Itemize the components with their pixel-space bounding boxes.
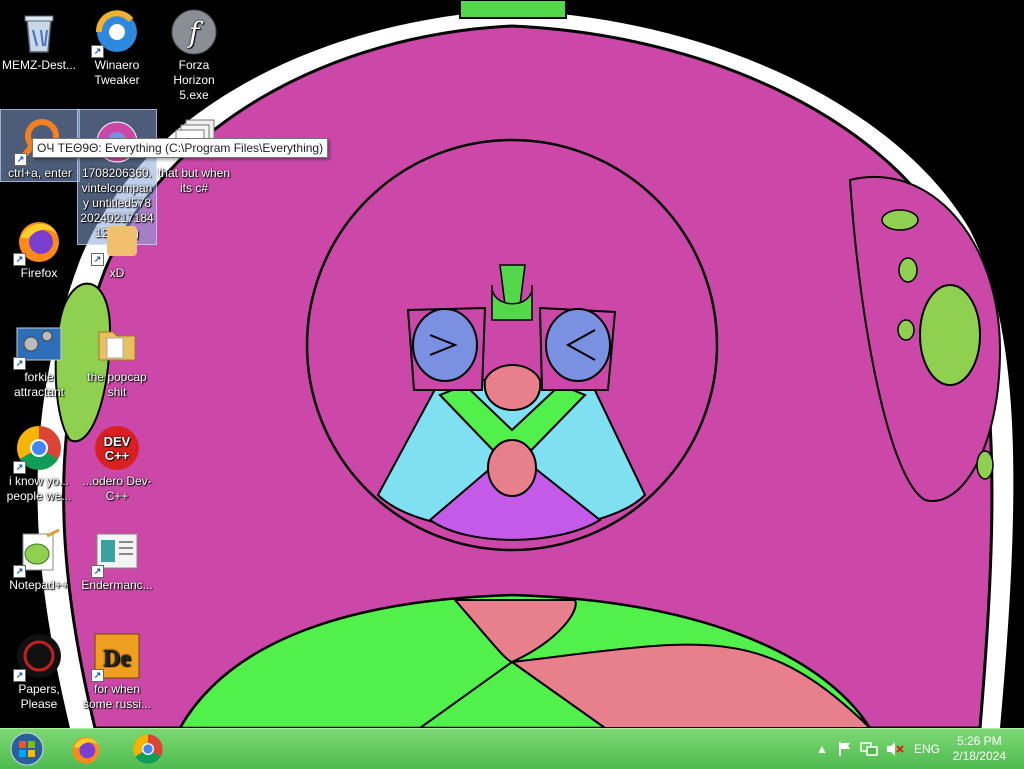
chrome-icon bbox=[133, 734, 163, 764]
desktop-icon-papers-please[interactable]: ↗ Papers, Please bbox=[0, 626, 78, 712]
shortcut-arrow-icon: ↗ bbox=[14, 153, 27, 166]
shortcut-arrow-icon: ↗ bbox=[91, 45, 104, 58]
firefox-icon bbox=[72, 737, 100, 764]
notepadpp-icon: ↗ bbox=[13, 528, 63, 578]
shortcut-arrow-icon: ↗ bbox=[13, 669, 26, 682]
desktop-icon-firefox[interactable]: ↗ Firefox bbox=[0, 210, 78, 281]
winaero-icon: ↗ bbox=[91, 8, 141, 58]
clock[interactable]: 5:26 PM 2/18/2024 bbox=[953, 734, 1006, 764]
desktop-icon-russian-de[interactable]: De ↗ for when some russi... bbox=[78, 626, 156, 712]
volume-muted-icon[interactable] bbox=[884, 729, 906, 769]
show-hidden-icons-chevron[interactable]: ▲ bbox=[814, 729, 830, 769]
svg-text:DEV: DEV bbox=[104, 434, 131, 449]
desktop-icon-forkie-attractant[interactable]: ↗ forkie attractant bbox=[0, 314, 78, 400]
chrome-icon: ↗ bbox=[13, 424, 63, 474]
gear-window-icon: ↗ bbox=[13, 320, 63, 370]
shortcut-arrow-icon: ↗ bbox=[13, 253, 26, 266]
recycle-bin-icon bbox=[15, 8, 63, 56]
desktop-icon-forza-horizon[interactable]: f Forza Horizon 5.exe bbox=[155, 2, 233, 103]
desktop-icon-notepadpp[interactable]: ↗ Notepad++ bbox=[0, 522, 78, 593]
shortcut-arrow-icon: ↗ bbox=[13, 461, 26, 474]
desktop-icon-endermanch[interactable]: ↗ Endermanc... bbox=[78, 522, 156, 593]
start-orb-icon bbox=[10, 732, 44, 766]
folder-icon bbox=[93, 320, 141, 368]
clock-date: 2/18/2024 bbox=[952, 749, 1006, 763]
firefox-icon: ↗ bbox=[13, 216, 63, 266]
xd-icon: ↗ bbox=[91, 216, 141, 266]
network-icon[interactable] bbox=[858, 729, 880, 769]
desktop-icon-devcpp[interactable]: DEV C++ ...odero Dev-C++ bbox=[78, 418, 156, 504]
desktop-icon-chrome[interactable]: ↗ i know yo... people we... bbox=[0, 418, 78, 504]
flash-icon: f bbox=[170, 8, 218, 56]
clock-time: 5:26 PM bbox=[956, 734, 1002, 748]
svg-text:De: De bbox=[103, 646, 131, 672]
papers-please-icon: ↗ bbox=[13, 632, 63, 682]
icon-tooltip: O⁠Ч TEΘ9Θ: Everything (C:\Program Files\… bbox=[32, 138, 329, 158]
devcpp-icon: DEV C++ bbox=[93, 424, 141, 472]
svg-text:C++: C++ bbox=[105, 448, 130, 463]
desktop-icon-popcap-folder[interactable]: the popcap shit bbox=[78, 314, 156, 400]
desktop-icon-winaero-tweaker[interactable]: ↗ Winaero Tweaker bbox=[78, 2, 156, 88]
taskbar-firefox[interactable] bbox=[58, 731, 114, 767]
document-window-icon: ↗ bbox=[91, 528, 141, 578]
taskbar: ▲ ENG 5:26 PM 2/18/2024 bbox=[0, 728, 1024, 769]
shortcut-arrow-icon: ↗ bbox=[13, 565, 26, 578]
shortcut-arrow-icon: ↗ bbox=[91, 253, 104, 266]
taskbar-chrome[interactable] bbox=[120, 731, 176, 767]
language-indicator[interactable]: ENG bbox=[910, 729, 944, 769]
start-button[interactable] bbox=[0, 731, 54, 767]
de-icon: De ↗ bbox=[91, 632, 141, 682]
desktop-icon-xd[interactable]: ↗ xD bbox=[78, 210, 156, 281]
shortcut-arrow-icon: ↗ bbox=[13, 357, 26, 370]
desktop-icon-recycle-bin[interactable]: MEMZ-Dest... bbox=[0, 2, 78, 73]
shortcut-arrow-icon: ↗ bbox=[91, 669, 104, 682]
shortcut-arrow-icon: ↗ bbox=[91, 565, 104, 578]
action-center-flag-icon[interactable] bbox=[834, 729, 856, 769]
